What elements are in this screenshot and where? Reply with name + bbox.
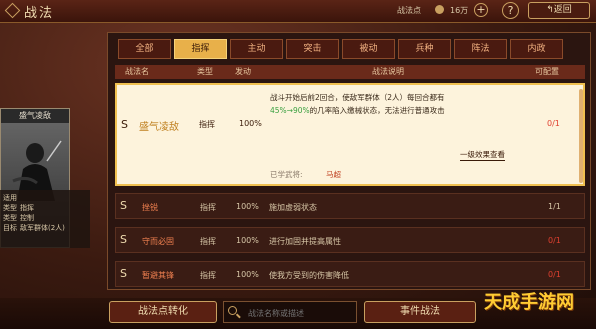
event-tactics-button[interactable]: 事件战法 — [364, 301, 476, 323]
tab-troop[interactable]: 兵种 — [398, 39, 451, 59]
column-desc-header: 战法说明 — [372, 67, 404, 76]
upgrade-effect-link[interactable]: 一级效果查看 — [460, 149, 505, 161]
tactic-name: 守而必固 — [142, 237, 174, 246]
hero-stat-row: 适用 — [3, 194, 17, 202]
search-box[interactable] — [223, 301, 357, 323]
tactic-description: 战斗开始后前2回合，使敌军群体（2人）每回合都有 45%→90%的几率陷入缴械状… — [270, 93, 445, 115]
site-watermark: 天成手游网 — [484, 292, 574, 313]
page-title: 战法 — [24, 6, 55, 21]
hero-card-title: 盛气凌敌 — [1, 109, 69, 123]
tactic-row[interactable]: S 挫锐 指挥 100% 施加虚弱状态 1/1 — [115, 193, 585, 219]
table-header: 战法名 类型 发动 战法说明 可配置 — [115, 65, 585, 79]
coin-icon — [435, 5, 444, 14]
tactic-type: 指挥 — [200, 271, 216, 280]
title-emblem-icon — [4, 2, 21, 19]
hero-stat-row: 类型 指挥 — [3, 204, 34, 212]
tactic-type: 指挥 — [200, 237, 216, 246]
hero-stats-panel: 适用 类型 指挥 类型 控制 目标 敌军群体(2人) — [0, 190, 90, 248]
tactic-grade: S — [121, 118, 128, 131]
learned-hero-name[interactable]: 马超 — [326, 169, 341, 180]
tab-passive[interactable]: 被动 — [342, 39, 395, 59]
tactic-type: 指挥 — [200, 203, 216, 212]
tab-active[interactable]: 主动 — [230, 39, 283, 59]
tab-all[interactable]: 全部 — [118, 39, 171, 59]
tactics-panel: 全部 指挥 主动 突击 被动 兵种 阵法 内政 战法名 类型 发动 战法说明 可… — [107, 32, 591, 290]
description-scrollbar[interactable] — [579, 89, 583, 183]
tactic-row[interactable]: S 暂避其锋 指挥 100% 使我方受到的伤害降低 0/1 — [115, 261, 585, 287]
tactic-points-label: 战法点 — [397, 6, 421, 15]
selected-tactic-row[interactable]: S 盛气凌敌 指挥 100% 战斗开始后前2回合，使敌军群体（2人）每回合都有 … — [115, 83, 585, 186]
tactic-name: 挫锐 — [142, 203, 158, 212]
tab-formation[interactable]: 阵法 — [454, 39, 507, 59]
help-button[interactable]: ? — [502, 2, 519, 19]
learned-heroes-label: 已学武将: — [270, 170, 303, 179]
search-icon-handle — [236, 313, 241, 319]
tactic-config-count: 0/1 — [548, 270, 561, 279]
tactic-name: 暂避其锋 — [142, 271, 174, 280]
tactic-name: 盛气凌敌 — [139, 122, 179, 133]
tactic-row[interactable]: S 守而必固 指挥 100% 进行加固并提高属性 0/1 — [115, 227, 585, 253]
tactic-config-count: 0/1 — [547, 119, 560, 128]
tactic-points-value: 16万 — [450, 6, 469, 15]
tactic-description: 使我方受到的伤害降低 — [269, 271, 349, 280]
tactic-grade: S — [120, 267, 127, 280]
tactic-grade: S — [120, 233, 127, 246]
back-button[interactable]: ↰返回 — [528, 2, 590, 19]
tab-command[interactable]: 指挥 — [174, 39, 227, 59]
tactic-rate: 100% — [239, 119, 262, 128]
tactic-description: 施加虚弱状态 — [269, 203, 317, 212]
column-type-header: 类型 — [197, 67, 213, 76]
hero-stat-row: 类型 控制 — [3, 214, 34, 222]
add-points-button[interactable]: + — [474, 3, 488, 17]
convert-points-button[interactable]: 战法点转化 — [109, 301, 217, 323]
column-config-header: 可配置 — [535, 67, 559, 76]
tactic-config-count: 0/1 — [548, 236, 561, 245]
tactic-rate: 100% — [236, 202, 259, 211]
search-input[interactable] — [246, 304, 356, 322]
tactic-config-count: 1/1 — [548, 202, 561, 211]
category-tabs: 全部 指挥 主动 突击 被动 兵种 阵法 内政 — [118, 39, 563, 59]
tactic-type: 指挥 — [199, 120, 215, 129]
tactic-grade: S — [120, 199, 127, 212]
hero-stat-row: 目标 敌军群体(2人) — [3, 224, 65, 232]
top-bar: 战法 战法点 16万 + ? ↰返回 — [0, 0, 596, 23]
column-name-header: 战法名 — [125, 67, 149, 76]
tactic-rate: 100% — [236, 236, 259, 245]
column-rate-header: 发动 — [235, 67, 251, 76]
tactic-description: 进行加固并提高属性 — [269, 237, 341, 246]
tab-internal[interactable]: 内政 — [510, 39, 563, 59]
tab-assault[interactable]: 突击 — [286, 39, 339, 59]
tactic-rate: 100% — [236, 270, 259, 279]
